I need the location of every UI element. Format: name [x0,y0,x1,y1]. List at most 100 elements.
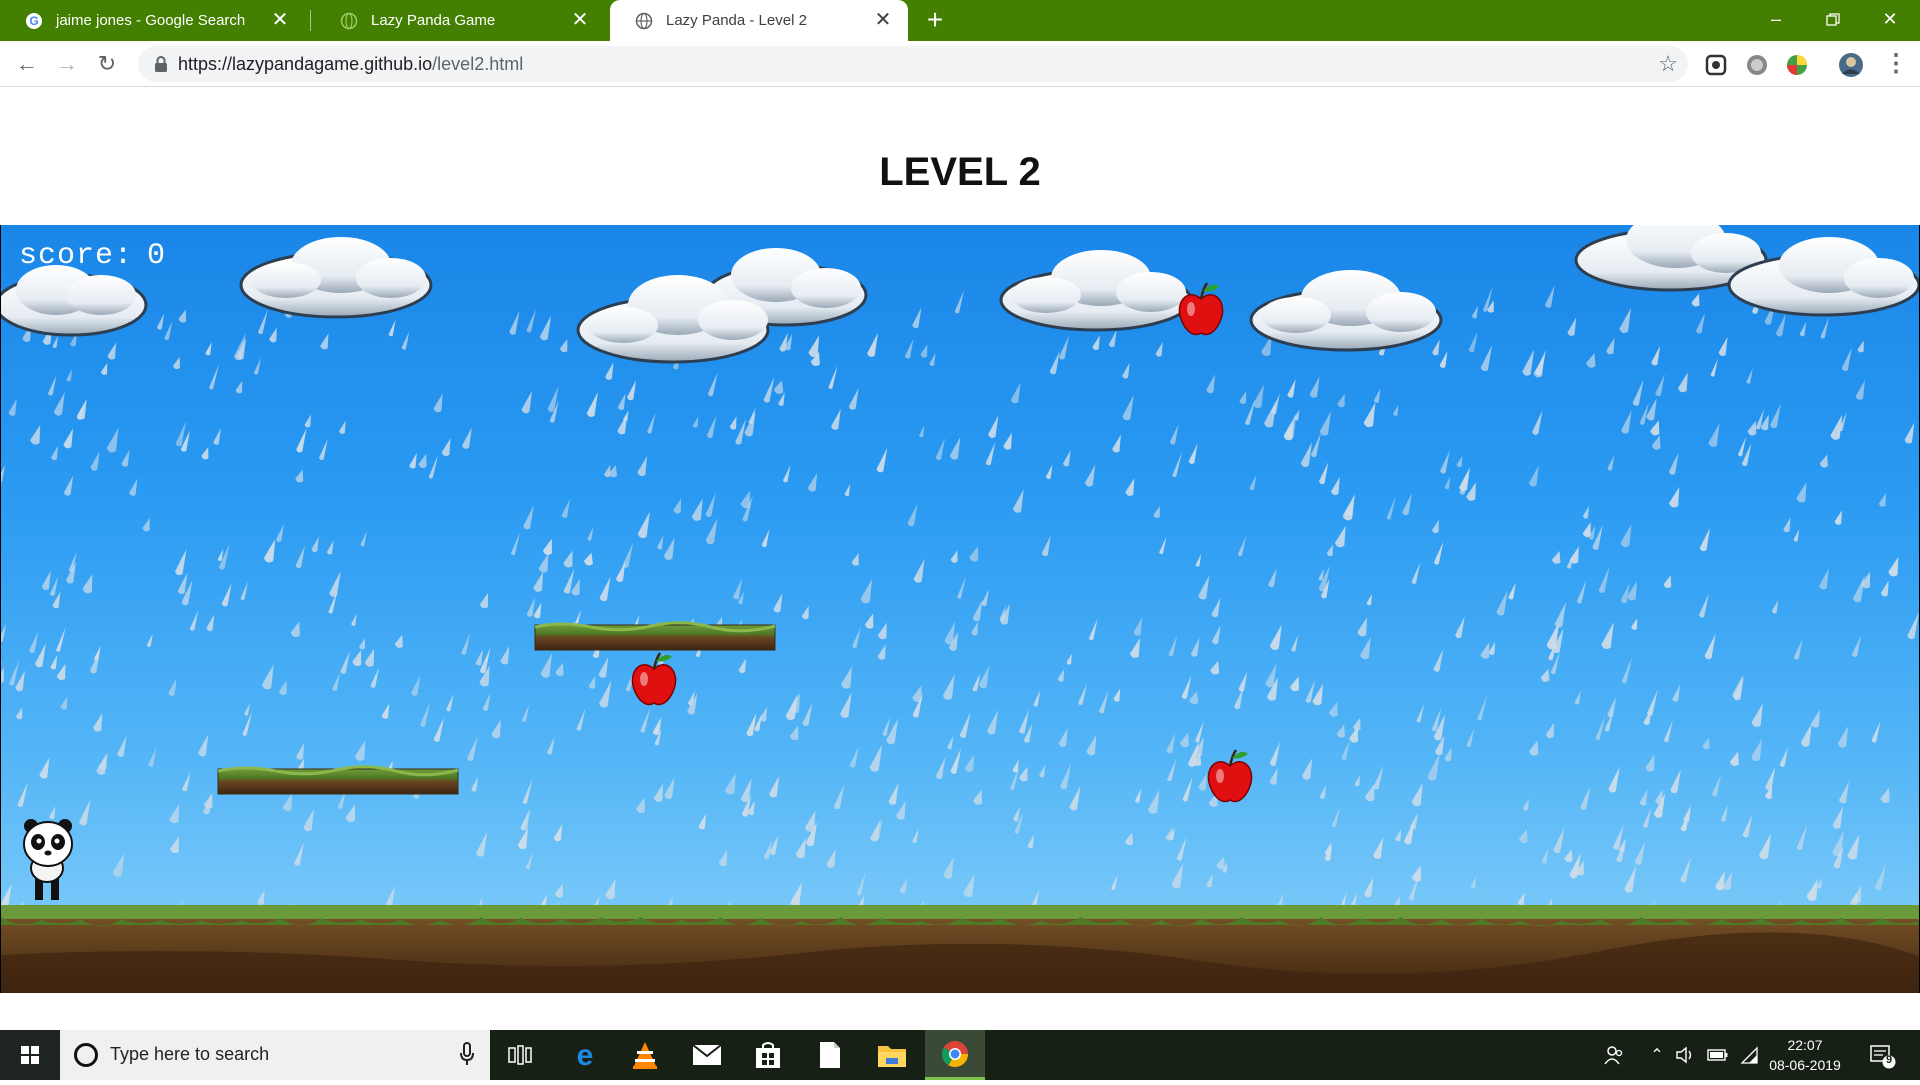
raindrop [1181,675,1192,699]
raindrop [1341,739,1350,760]
new-tab-button[interactable]: + [920,5,950,35]
close-tab-icon[interactable]: ✕ [269,9,291,31]
minimize-window-icon[interactable]: – [1748,0,1804,41]
store-icon[interactable] [738,1030,798,1080]
raindrop [599,576,611,602]
raindrop [50,654,58,670]
raindrop [294,842,305,866]
close-tab-icon[interactable]: ✕ [569,9,591,31]
raindrop [1336,724,1345,738]
raindrop [1182,777,1193,802]
raindrop [332,673,340,692]
extension-screen-capture-icon[interactable] [1703,52,1729,78]
windows-start-icon[interactable] [0,1030,60,1080]
close-window-icon[interactable]: ✕ [1862,0,1918,41]
raindrop [1632,379,1644,406]
file-explorer-icon[interactable] [862,1030,922,1080]
raindrop [1677,372,1688,393]
search-placeholder: Type here to search [110,1044,270,1064]
raindrop [1880,787,1890,803]
raindrop [943,856,954,879]
raindrop [221,583,232,607]
edge-browser-icon[interactable]: e [555,1030,615,1080]
raindrop [691,498,703,521]
raindrop [63,475,74,496]
chevron-up-icon[interactable]: ⌃ [1645,1030,1669,1080]
raindrop [1711,775,1721,797]
forward-arrow-icon[interactable]: → [51,48,83,80]
raindrop [269,327,277,343]
raindrop [652,717,662,736]
raindrop [326,540,334,555]
microphone-icon[interactable] [460,1042,474,1066]
raindrop [1078,683,1088,706]
action-center-icon[interactable]: 9 [1862,1030,1902,1080]
raindrop [1318,461,1329,485]
raindrop [178,309,187,323]
raindrop [1366,593,1373,606]
volume-icon[interactable] [1670,1030,1700,1080]
raindrop [877,622,887,640]
raindrop [637,511,650,539]
raindrop [50,576,59,596]
taskbar-search-box[interactable]: Type here to search [60,1030,490,1080]
notification-badge: 9 [1885,1054,1893,1066]
profile-avatar[interactable] [1838,52,1864,78]
raindrop [1060,763,1072,790]
address-bar[interactable]: https://lazypandagame.github.io/level2.h… [138,46,1688,82]
raindrop [1176,836,1187,861]
raindrop [411,675,421,696]
raindrop [352,650,362,667]
browser-toolbar: ← → ↻ https://lazypandagame.github.io/le… [0,41,1920,87]
raindrop [1704,633,1716,660]
raindrop [1857,340,1864,353]
raindrop [146,633,153,647]
task-view-icon[interactable] [490,1030,550,1080]
raindrop [1264,400,1277,428]
raindrop [1729,751,1739,766]
raindrop [1133,616,1143,636]
raindrop [1663,575,1672,589]
raindrop [1188,448,1196,464]
raindrop [1033,690,1041,707]
score-label: score: [19,239,134,273]
wifi-icon[interactable] [1735,1030,1763,1080]
notepad-icon[interactable] [800,1030,860,1080]
more-options-icon[interactable]: ⋮ [1884,47,1908,81]
close-tab-icon[interactable]: ✕ [872,9,894,31]
vlc-player-icon[interactable] [615,1030,675,1080]
bookmark-star-icon[interactable]: ☆ [1658,51,1678,77]
raindrop [364,648,375,667]
raindrop [840,692,852,718]
raindrop [482,692,491,711]
extension-colorful-icon[interactable] [1784,52,1810,78]
back-arrow-icon[interactable]: ← [11,48,43,80]
tab-google-search[interactable]: G jaime jones - Google Search ✕ [0,0,305,41]
raindrop [555,662,564,677]
raindrop [385,885,396,907]
tab-lazy-panda-level-2[interactable]: Lazy Panda - Level 2 ✕ [610,0,908,41]
extension-globe-icon[interactable] [1744,52,1770,78]
restore-window-icon[interactable] [1805,0,1861,41]
raindrop [653,783,664,803]
raindrop [401,331,410,350]
chrome-icon[interactable] [925,1030,985,1080]
raindrop [588,675,596,689]
raindrop [547,736,555,755]
tab-lazy-panda-game[interactable]: Lazy Panda Game ✕ [315,0,605,41]
mail-icon[interactable] [677,1030,737,1080]
battery-icon[interactable] [1703,1030,1733,1080]
raindrop [1363,402,1376,428]
reload-icon[interactable]: ↻ [91,48,123,80]
people-icon[interactable] [1598,1030,1630,1080]
raindrop [833,784,845,810]
raindrop [1819,454,1828,468]
raindrop [985,442,996,466]
raindrop [282,793,293,812]
system-clock[interactable]: 22:07 08-06-2019 [1760,1035,1850,1075]
raindrop [1643,807,1652,828]
raindrop [826,848,836,868]
game-canvas[interactable]: score: 0 [0,225,1920,993]
raindrop [852,626,861,648]
raindrop [148,746,157,767]
